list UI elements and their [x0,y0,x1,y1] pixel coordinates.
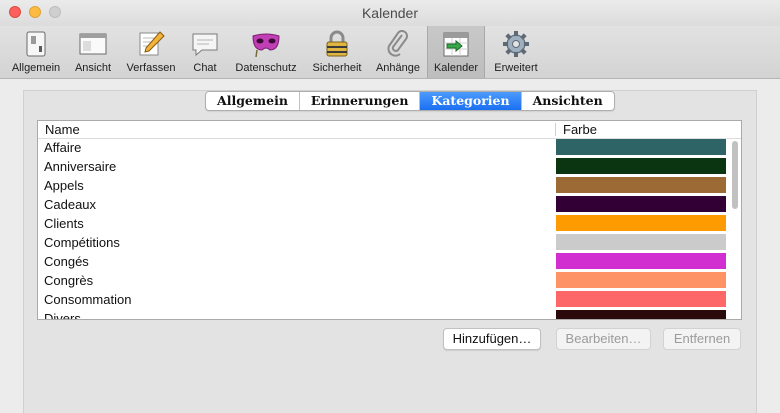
calendar-settings-tabs: Allgemein Erinnerungen Kategorien Ansich… [205,91,615,111]
category-color-swatch[interactable] [556,234,726,250]
category-color-swatch[interactable] [556,196,726,212]
toolbar-item-label: Anhänge [375,62,421,74]
chat-icon [192,33,218,57]
toolbar-item-label: Chat [193,62,217,74]
category-color-swatch[interactable] [556,177,726,193]
gear-icon [503,31,529,57]
list-item[interactable]: Affaire [38,138,741,157]
toolbar-item-erweitert[interactable]: Erweitert [489,26,543,78]
add-category-button[interactable]: Hinzufügen… [443,328,541,350]
category-rows: Affaire Anniversaire Appels Cadeaux Clients C… [38,138,741,320]
list-item[interactable]: Cadeaux [38,195,741,214]
toolbar-item-label: Ansicht [74,62,112,74]
category-color-swatch[interactable] [556,272,726,288]
preferences-toolbar: Allgemein Ansicht Verfassen Chat Datensc… [0,26,780,79]
list-item[interactable]: Appels [38,176,741,195]
category-name: Anniversaire [44,159,117,174]
toolbar-item-ansicht[interactable]: Ansicht [69,26,117,78]
category-name: Consommation [44,292,132,307]
category-color-swatch[interactable] [556,158,726,174]
toolbar-item-allgemein[interactable]: Allgemein [6,26,66,78]
category-color-swatch[interactable] [556,139,726,155]
switch-icon [26,31,46,57]
category-color-swatch[interactable] [556,215,726,231]
list-item[interactable]: Congrès [38,271,741,290]
category-color-swatch[interactable] [556,310,726,319]
toolbar-item-verfassen[interactable]: Verfassen [121,26,181,78]
category-name: Cadeaux [44,197,97,212]
category-name: Clients [44,216,84,231]
title-bar: Kalender [0,0,780,26]
tab-ansichten[interactable]: Ansichten [522,92,614,110]
category-name: Affaire [44,140,82,155]
category-list[interactable]: Name Farbe Affaire Anniversaire Appels Cade… [37,120,742,320]
mask-icon [252,33,280,58]
toolbar-item-anhaenge[interactable]: Anhänge [372,26,424,78]
lock-icon [326,30,348,57]
calendar-icon [443,32,469,57]
category-color-swatch[interactable] [556,253,726,269]
toolbar-item-label: Erweitert [494,62,538,74]
toolbar-item-label: Sicherheit [312,62,362,74]
category-name: Compétitions [44,235,120,250]
tab-erinnerungen[interactable]: Erinnerungen [300,92,421,110]
list-item[interactable]: Divers [38,309,741,320]
column-header-color[interactable]: Farbe [563,122,597,137]
category-name: Appels [44,178,84,193]
toolbar-item-datenschutz[interactable]: Datenschutz [230,26,302,78]
toolbar-item-label: Kalender [433,62,479,74]
toolbar-item-label: Allgemein [11,62,61,74]
column-header-name[interactable]: Name [45,122,80,137]
list-item[interactable]: Anniversaire [38,157,741,176]
list-scrollbar[interactable] [732,141,738,209]
window-icon [79,33,107,55]
pencil-icon [139,31,165,56]
category-name: Congrès [44,273,94,288]
toolbar-item-label: Datenschutz [235,62,297,74]
toolbar-item-chat[interactable]: Chat [186,26,224,78]
category-name: Divers [44,311,81,320]
paperclip-icon [387,30,408,57]
toolbar-item-sicherheit[interactable]: Sicherheit [306,26,368,78]
toolbar-item-kalender[interactable]: Kalender [427,26,485,78]
column-divider [555,123,556,136]
list-item[interactable]: Consommation [38,290,741,309]
edit-category-button[interactable]: Bearbeiten… [556,328,651,350]
toolbar-item-label: Verfassen [126,62,176,74]
tab-allgemein[interactable]: Allgemein [206,92,300,110]
remove-category-button[interactable]: Entfernen [663,328,741,350]
list-item[interactable]: Compétitions [38,233,741,252]
list-header: Name Farbe [38,121,741,139]
list-item[interactable]: Clients [38,214,741,233]
tab-kategorien[interactable]: Kategorien [420,92,522,110]
category-color-swatch[interactable] [556,291,726,307]
category-name: Congés [44,254,89,269]
window-title: Kalender [361,5,419,21]
list-item[interactable]: Congés [38,252,741,271]
